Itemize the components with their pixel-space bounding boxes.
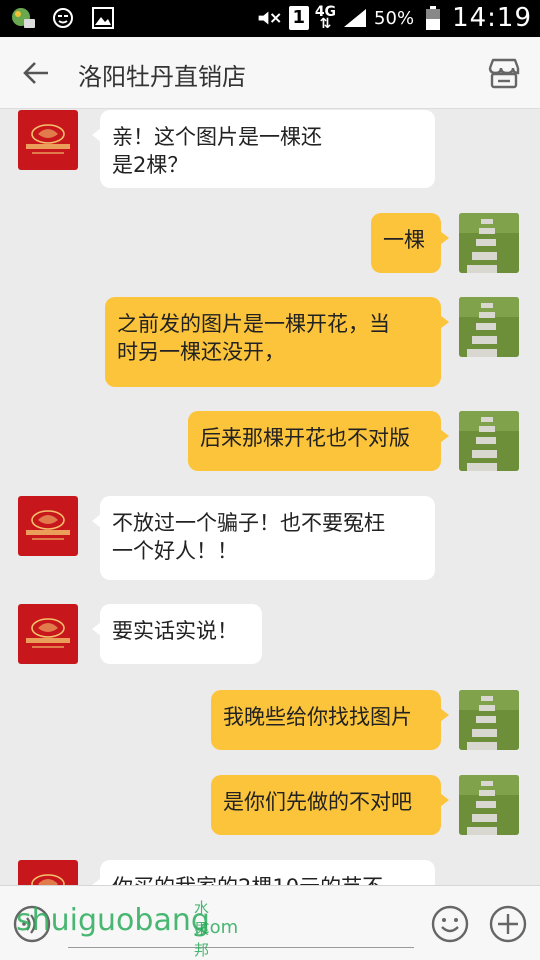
page-title: 洛阳牡丹直销店 xyxy=(78,63,246,91)
message-bubble[interactable]: 你买的我家的2棵10元的苗不 xyxy=(92,860,435,885)
stone-path-avatar-icon xyxy=(459,297,519,357)
shop-logo-icon xyxy=(26,618,70,648)
status-bar: 1 4G ⇅ 50% 14:19 xyxy=(0,0,540,37)
message-bubble[interactable]: 之前发的图片是一棵开花，当 时另一棵还没开， xyxy=(105,297,449,387)
shop-avatar[interactable] xyxy=(18,110,78,170)
message-line: 不放过一个骗子！也不要冤枉 xyxy=(112,511,385,535)
emoji-icon xyxy=(431,905,469,943)
message-line: 是你们先做的不对吧 xyxy=(223,790,412,814)
user-avatar[interactable] xyxy=(459,411,519,471)
signal-icon xyxy=(342,6,368,30)
voice-icon xyxy=(13,905,51,943)
message-bubble[interactable]: 不放过一个骗子！也不要冤枉 一个好人！！ xyxy=(92,496,435,580)
message-line: 我晚些给你找找图片 xyxy=(223,705,412,729)
shop-logo-icon xyxy=(31,874,65,885)
face-notification-icon xyxy=(50,6,76,30)
user-avatar[interactable] xyxy=(459,690,519,750)
data-arrows-icon: ⇅ xyxy=(319,16,332,32)
stone-path-avatar-icon xyxy=(459,775,519,835)
message-bubble[interactable]: 要实话实说！ xyxy=(92,604,262,664)
shop-logo-icon xyxy=(26,510,70,540)
arrow-left-icon xyxy=(23,62,48,84)
message-line: 要实话实说！ xyxy=(112,619,238,643)
app-notification-icon xyxy=(10,6,36,30)
battery-icon xyxy=(420,6,446,30)
clock: 14:19 xyxy=(452,3,532,33)
voice-button[interactable] xyxy=(12,904,52,944)
message-input[interactable] xyxy=(68,908,414,948)
chat-header: 洛阳牡丹直销店 xyxy=(0,37,540,109)
store-icon xyxy=(488,58,520,89)
shop-logo-icon xyxy=(26,124,70,154)
message-line: 时另一棵还没开， xyxy=(117,340,285,364)
user-avatar[interactable] xyxy=(459,775,519,835)
message-line: 之前发的图片是一棵开花，当 xyxy=(117,312,390,336)
stone-path-avatar-icon xyxy=(459,213,519,273)
user-avatar[interactable] xyxy=(459,297,519,357)
message-line: 后来那棵开花也不对版 xyxy=(200,426,410,450)
emoji-button[interactable] xyxy=(430,904,470,944)
more-button[interactable] xyxy=(488,904,528,944)
back-button[interactable] xyxy=(18,55,54,91)
plus-icon xyxy=(489,905,527,943)
message-line: 亲！这个图片是一棵还 xyxy=(112,125,322,149)
shop-avatar[interactable] xyxy=(18,496,78,556)
mute-icon xyxy=(257,6,283,30)
input-bar xyxy=(0,885,540,960)
stone-path-avatar-icon xyxy=(459,690,519,750)
user-avatar[interactable] xyxy=(459,213,519,273)
shop-avatar[interactable] xyxy=(18,604,78,664)
message-line: 是2棵？ xyxy=(112,153,189,177)
battery-percent: 50% xyxy=(374,7,415,29)
message-bubble[interactable]: 一棵 xyxy=(371,213,449,273)
message-line: 一个好人！！ xyxy=(112,539,238,563)
message-line: 你买的我家的2棵10元的苗不 xyxy=(112,873,423,885)
system-indicators: 1 4G ⇅ 50% 14:19 xyxy=(257,3,532,33)
message-bubble[interactable]: 我晚些给你找找图片 xyxy=(211,690,449,750)
message-line: 一棵 xyxy=(383,228,425,252)
network-type: 4G ⇅ xyxy=(315,5,336,32)
image-notification-icon xyxy=(90,6,116,30)
message-bubble[interactable]: 亲！这个图片是一棵还 是2棵？ xyxy=(92,110,435,188)
shop-avatar[interactable] xyxy=(18,860,78,885)
chat-messages[interactable]: 亲！这个图片是一棵还 是2棵？ 一棵 之前发的图片是一棵开花，当 时另一棵还没开… xyxy=(0,110,540,885)
message-bubble[interactable]: 后来那棵开花也不对版 xyxy=(188,411,449,471)
notification-icons xyxy=(10,6,116,30)
sim-slot-indicator: 1 xyxy=(288,6,309,30)
stone-path-avatar-icon xyxy=(459,411,519,471)
message-bubble[interactable]: 是你们先做的不对吧 xyxy=(211,775,449,835)
store-button[interactable] xyxy=(484,53,524,93)
